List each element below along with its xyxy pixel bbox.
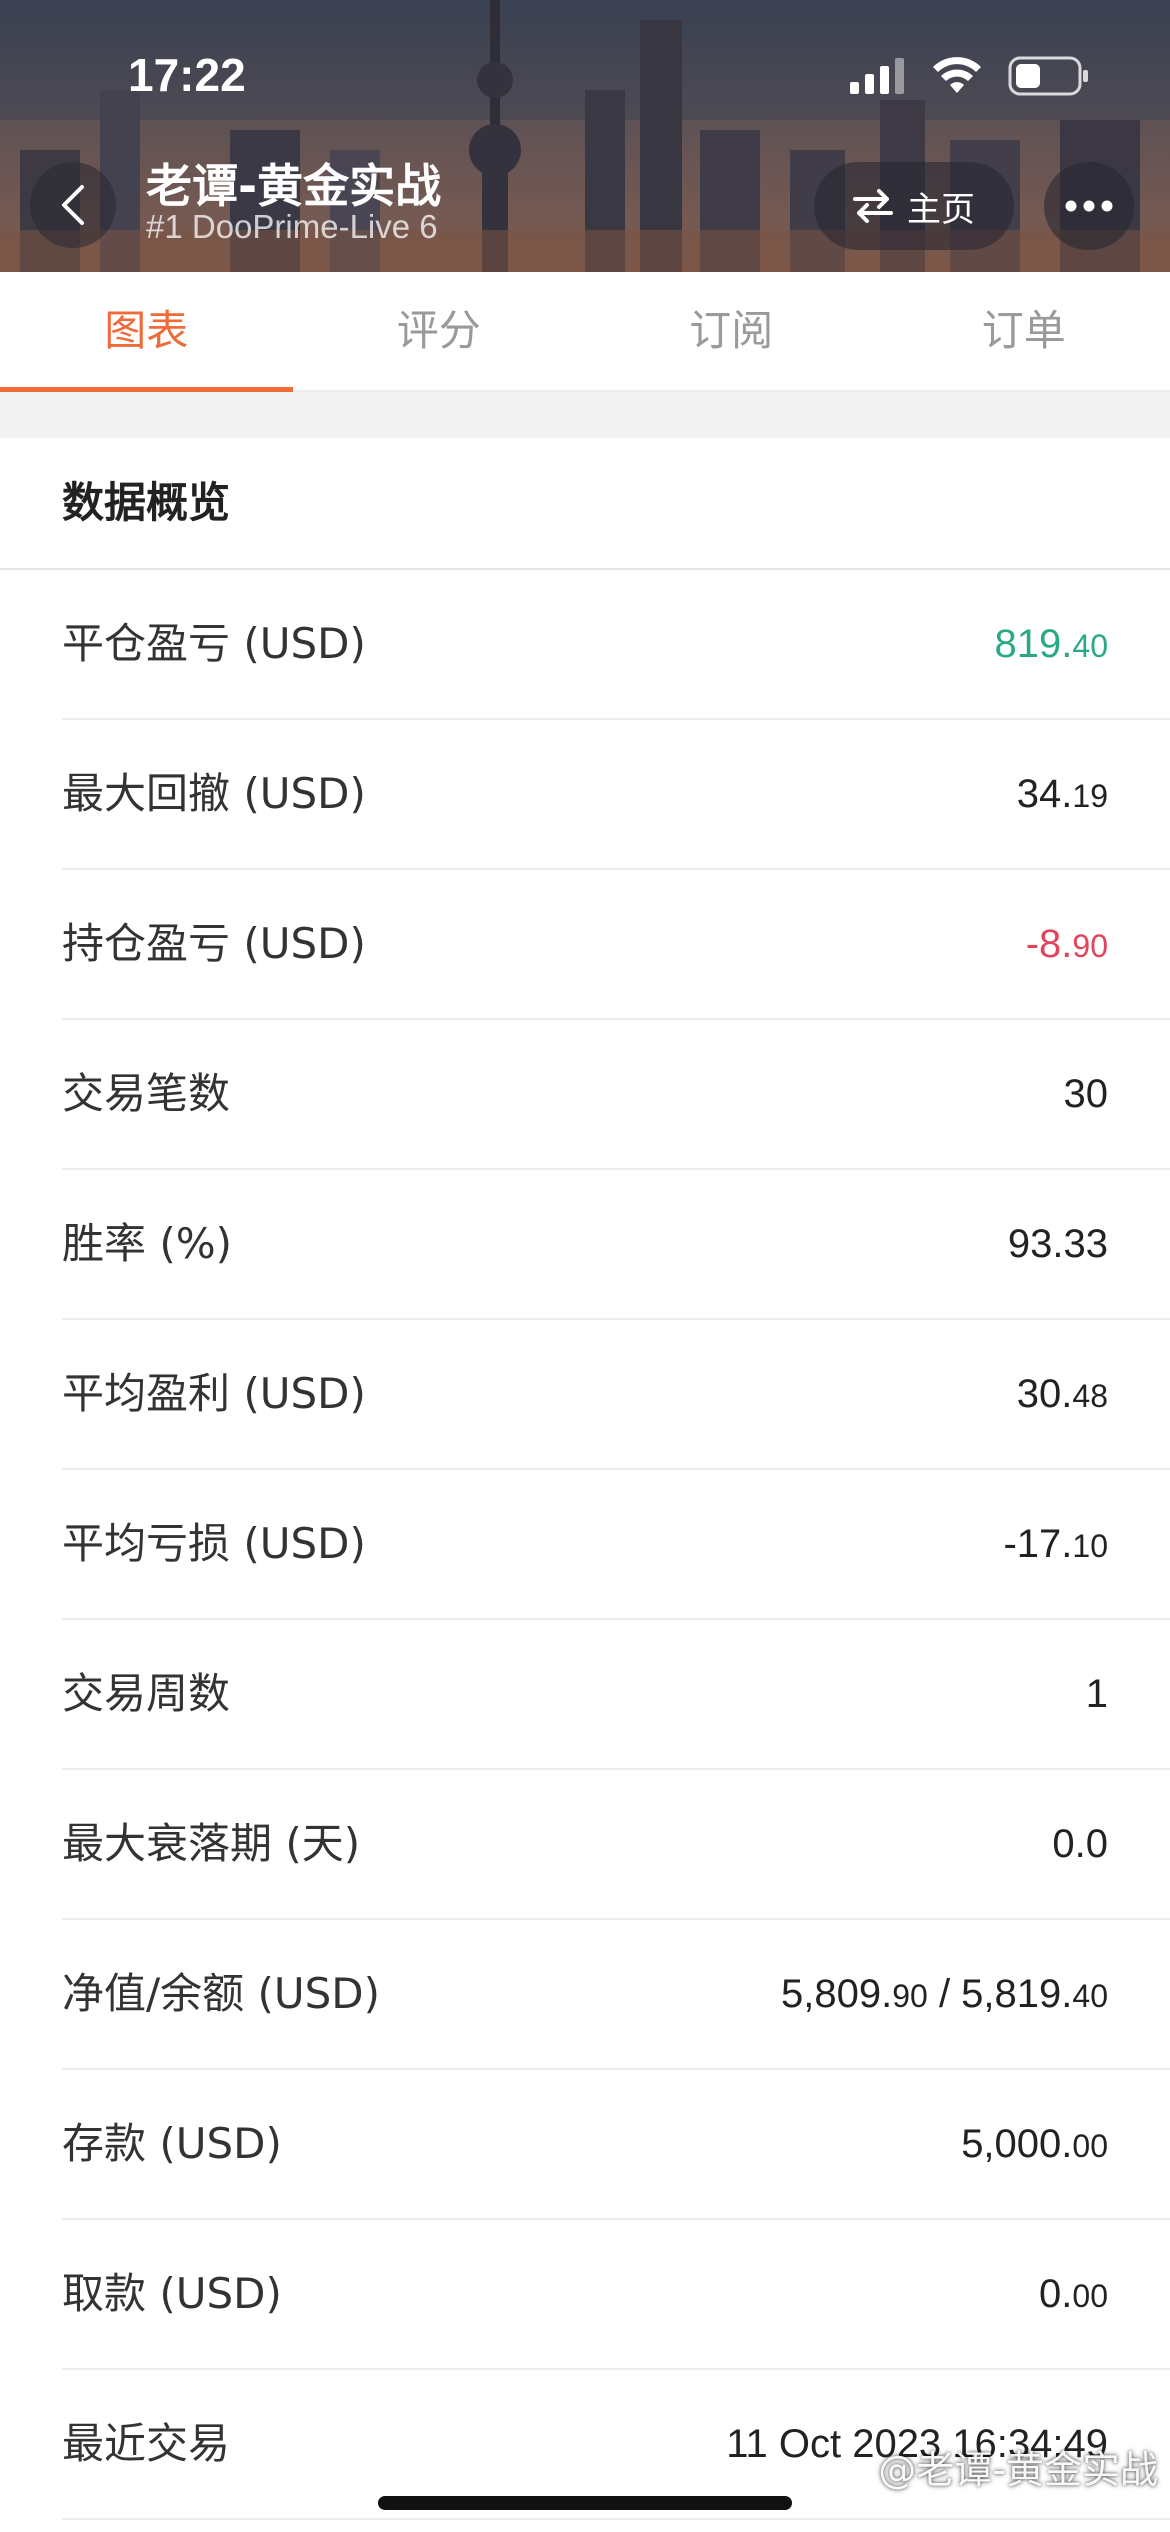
tab-bar: 图表 评分 订阅 订单 bbox=[0, 272, 1170, 392]
tab-chart[interactable]: 图表 bbox=[0, 272, 293, 392]
stat-label: 最近交易 bbox=[62, 2419, 231, 2468]
stat-label: 平均盈利 (USD) bbox=[62, 1369, 366, 1418]
stat-label: 最大回撤 (USD) bbox=[62, 769, 366, 818]
tab-subscribe[interactable]: 订阅 bbox=[585, 272, 878, 390]
section-title: 数据概览 bbox=[62, 478, 231, 527]
stat-label: 交易笔数 bbox=[62, 1069, 231, 1118]
watermark: @老谭-黄金实战 bbox=[878, 2448, 1158, 2492]
stat-label: 交易周数 bbox=[62, 1669, 231, 1718]
chevron-left-icon bbox=[62, 185, 84, 225]
home-indicator bbox=[378, 2496, 792, 2510]
wifi-icon bbox=[933, 57, 981, 93]
stat-label: 胜率 (%) bbox=[62, 1219, 233, 1268]
stat-label: 净值/余额 (USD) bbox=[62, 1969, 381, 2018]
home-button[interactable]: 主页 bbox=[814, 162, 1014, 250]
stat-row-closed-pnl: 平仓盈亏 (USD) 819.40 bbox=[62, 570, 1170, 720]
tab-rating[interactable]: 评分 bbox=[293, 272, 586, 390]
stat-value: 5,809.90 / 5,819.40 bbox=[781, 1972, 1108, 2016]
stat-row-open-pnl: 持仓盈亏 (USD) -8.90 bbox=[62, 870, 1170, 1020]
tab-orders[interactable]: 订单 bbox=[878, 272, 1170, 390]
swap-arrows-icon bbox=[853, 189, 893, 223]
stat-label: 平仓盈亏 (USD) bbox=[62, 619, 366, 668]
stat-row-withdrawal: 取款 (USD) 0.00 bbox=[62, 2220, 1170, 2370]
status-time: 17:22 bbox=[128, 49, 246, 101]
more-button[interactable] bbox=[1044, 162, 1134, 250]
battery-icon bbox=[1008, 56, 1088, 96]
stat-value: 5,000.00 bbox=[961, 2122, 1108, 2166]
stat-row-equity-balance: 净值/余额 (USD) 5,809.90 / 5,819.40 bbox=[62, 1920, 1170, 2070]
stat-label: 持仓盈亏 (USD) bbox=[62, 919, 366, 968]
stat-label: 取款 (USD) bbox=[62, 2269, 282, 2318]
stat-value: 1 bbox=[1085, 1672, 1108, 1716]
stat-value: 30.48 bbox=[1016, 1372, 1108, 1416]
stat-value: 0.00 bbox=[1039, 2272, 1108, 2316]
home-button-label: 主页 bbox=[907, 189, 975, 230]
stat-value: -17.10 bbox=[1003, 1522, 1108, 1566]
stat-value: 819.40 bbox=[994, 622, 1108, 666]
stat-label: 存款 (USD) bbox=[62, 2119, 282, 2168]
cellular-signal-icon bbox=[850, 58, 904, 94]
stats-list: 平仓盈亏 (USD) 819.40 最大回撤 (USD) 34.19 持仓盈亏 … bbox=[0, 570, 1170, 2520]
header: 17:22 老谭-黄金实战 #1 DooPrime-Live 6 主页 bbox=[0, 0, 1170, 272]
stat-row-trade-weeks: 交易周数 1 bbox=[62, 1620, 1170, 1770]
stat-row-deposit: 存款 (USD) 5,000.00 bbox=[62, 2070, 1170, 2220]
stat-value: 93.33 bbox=[1007, 1222, 1108, 1266]
stat-value: 34.19 bbox=[1016, 772, 1108, 816]
stat-row-max-decline-period: 最大衰落期 (天) 0.0 bbox=[62, 1770, 1170, 1920]
back-button[interactable] bbox=[30, 162, 116, 248]
stat-value: -8.90 bbox=[1025, 922, 1108, 966]
stat-row-avg-loss: 平均亏损 (USD) -17.10 bbox=[62, 1470, 1170, 1620]
stat-row-trade-count: 交易笔数 30 bbox=[62, 1020, 1170, 1170]
stat-row-win-rate: 胜率 (%) 93.33 bbox=[62, 1170, 1170, 1320]
account-subtitle: #1 DooPrime-Live 6 bbox=[146, 208, 438, 245]
section-gap bbox=[0, 392, 1170, 438]
status-icons bbox=[850, 56, 1090, 96]
stat-value: 0.0 bbox=[1052, 1822, 1108, 1866]
stat-value: 30 bbox=[1063, 1072, 1109, 1116]
stat-label: 最大衰落期 (天) bbox=[62, 1819, 361, 1868]
page-title: 老谭-黄金实战 bbox=[146, 159, 442, 213]
stat-row-max-drawdown: 最大回撤 (USD) 34.19 bbox=[62, 720, 1170, 870]
more-dots-icon bbox=[1065, 200, 1113, 212]
stat-label: 平均亏损 (USD) bbox=[62, 1519, 366, 1568]
stat-row-avg-profit: 平均盈利 (USD) 30.48 bbox=[62, 1320, 1170, 1470]
